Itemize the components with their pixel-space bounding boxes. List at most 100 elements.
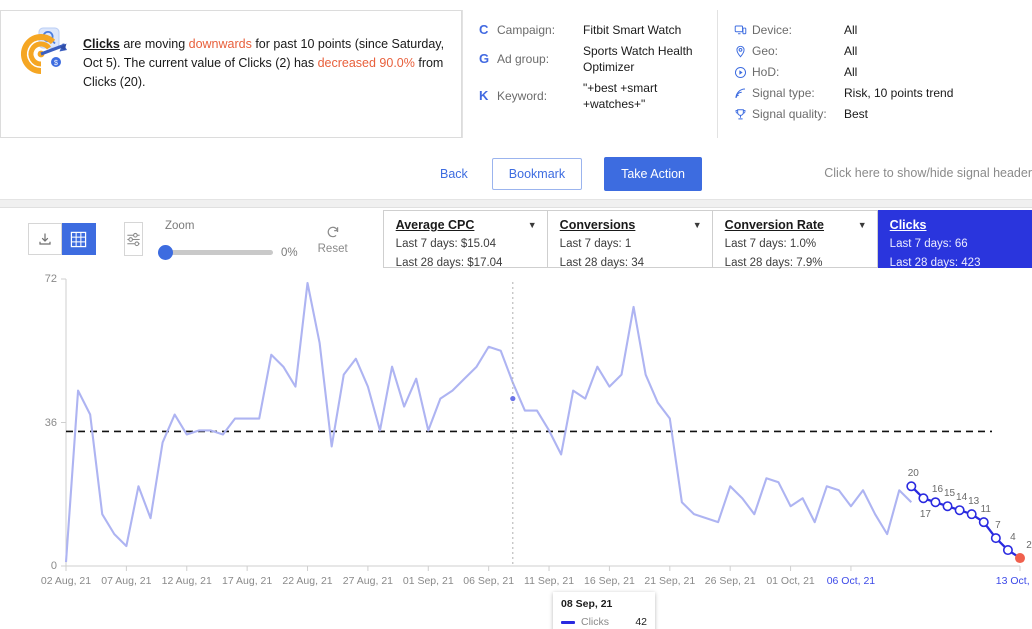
trophy-icon (734, 108, 752, 121)
tooltip-date: 08 Sep, 21 (561, 598, 613, 610)
zoom-value: 0% (281, 246, 298, 259)
trend-point-label: 11 (980, 504, 991, 516)
tab-average-cpc[interactable]: Average CPC Last 7 days: $15.04 Last 28 … (382, 210, 548, 269)
meta-row-signal-quality: Signal quality: Best (734, 106, 953, 122)
trend-point-label: 2 (1026, 540, 1032, 552)
chevron-down-icon[interactable]: ▼ (858, 220, 867, 230)
section-divider-band (0, 200, 1032, 208)
chevron-down-icon[interactable]: ▼ (693, 220, 702, 230)
table-grid-icon[interactable] (62, 223, 96, 255)
x-tick-label: 16 Sep, 21 (584, 575, 635, 587)
zoom-control: Zoom 0% (158, 219, 298, 260)
bookmark-button[interactable]: Bookmark (491, 157, 583, 190)
x-tick-label: 22 Aug, 21 (282, 575, 333, 587)
meta-value-signal-type: Risk, 10 points trend (844, 86, 954, 100)
view-toggle-group (28, 223, 96, 255)
zoom-slider-thumb[interactable] (158, 245, 173, 260)
meta-row-device: Device: All (734, 22, 953, 38)
x-tick-label: 01 Sep, 21 (402, 575, 454, 587)
chart-canvas[interactable] (0, 270, 1032, 610)
meta-value-hod: All (844, 65, 858, 79)
x-tick-label: 06 Oct, 21 (826, 575, 876, 587)
target-search-icon: $ (11, 23, 71, 83)
tab-conversion-rate[interactable]: Conversion Rate Last 7 days: 1.0% Last 2… (712, 210, 878, 269)
chart-toolbar: Zoom 0% Reset Average CPC Last 7 days: $… (0, 208, 1032, 270)
tab-conversions[interactable]: Conversions Last 7 days: 1 Last 28 days:… (547, 210, 713, 269)
trend-point-label: 7 (995, 520, 1001, 532)
geo-pin-icon (734, 45, 752, 58)
tooltip-series-swatch (561, 620, 575, 624)
keyword-letter-icon: K (479, 88, 489, 103)
metric-tabs: Average CPC Last 7 days: $15.04 Last 28 … (382, 210, 1032, 269)
meta-label-geo: Geo: (752, 44, 779, 58)
meta-row-adgroup: G Ad group: Sports Watch Health Optimize… (479, 43, 699, 75)
tab-last7: Last 7 days: 1 (559, 238, 632, 250)
signal-header: $ Clicks are moving downwards for past 1… (0, 0, 1032, 148)
tab-label: Average CPC (395, 218, 475, 232)
meta-value-keyword: "+best +smart +watches+" (583, 81, 658, 111)
meta-value-campaign: Fitbit Smart Watch (583, 23, 682, 37)
meta-value-device: All (844, 23, 858, 37)
trend-point-label: 4 (1010, 532, 1016, 544)
tooltip-series-name: Clicks (581, 616, 609, 628)
x-tick-label: 13 Oct, 21 (995, 575, 1032, 587)
chart-tooltip: 08 Sep, 21 Clicks 42 (553, 592, 655, 629)
reset-button[interactable]: Reset (318, 224, 348, 255)
signal-summary-text: Clicks are moving downwards for past 10 … (83, 23, 449, 125)
reset-label: Reset (317, 242, 348, 255)
summary-metric-link[interactable]: Clicks (83, 37, 120, 51)
meta-row-geo: Geo: All (734, 43, 953, 59)
y-tick-label: 0 (50, 560, 57, 572)
trend-point-label: 15 (943, 488, 956, 500)
x-tick-label: 02 Aug, 21 (40, 575, 92, 587)
x-tick-label: 17 Aug, 21 (222, 575, 273, 587)
clicks-chart: Clicks Clicks Average: 33.75 08 Sep, 21 … (0, 270, 1032, 629)
zoom-slider[interactable] (158, 245, 273, 260)
tooltip-series-value: 42 (635, 616, 647, 628)
meta-value-geo: All (844, 44, 858, 58)
reset-circular-arrow-icon (327, 226, 338, 237)
x-tick-label: 07 Aug, 21 (101, 575, 152, 587)
trend-point-label: 17 (919, 509, 931, 521)
toggle-signal-header-hint[interactable]: Click here to show/hide signal header (824, 166, 1032, 180)
summary-change: decreased 90.0% (317, 56, 415, 70)
tab-label: Conversions (559, 218, 636, 232)
meta-label-device: Device: (752, 23, 793, 37)
signal-detail-page: $ Clicks are moving downwards for past 1… (0, 0, 1032, 629)
trend-point-label: 13 (968, 496, 980, 508)
tab-clicks[interactable]: Clicks Last 7 days: 66 Last 28 days: 423 (877, 210, 1032, 269)
trend-point-label: 16 (931, 484, 944, 496)
campaign-letter-icon: C (479, 22, 489, 37)
meta-right-block: Device: All Geo: All HoD: All Signal typ… (717, 10, 953, 138)
meta-label-campaign: Campaign: (497, 23, 556, 37)
signal-summary-card: $ Clicks are moving downwards for past 1… (0, 10, 462, 138)
take-action-button[interactable]: Take Action (604, 156, 703, 191)
meta-row-campaign: C Campaign: Fitbit Smart Watch (479, 22, 699, 38)
tab-last28: Last 28 days: 7.9% (724, 257, 823, 269)
summary-text-1: are moving (119, 37, 189, 51)
y-tick-label: 72 (44, 273, 57, 285)
adgroup-letter-icon: G (479, 51, 490, 66)
chevron-down-icon[interactable]: ▼ (528, 220, 537, 230)
tab-last7: Last 7 days: 1.0% (724, 238, 817, 250)
x-tick-label: 26 Sep, 21 (704, 575, 756, 587)
tab-last7: Last 7 days: 66 (889, 238, 968, 250)
x-tick-label: 21 Sep, 21 (644, 575, 696, 587)
svg-text:$: $ (54, 60, 58, 67)
meta-left-block: C Campaign: Fitbit Smart Watch G Ad grou… (462, 10, 699, 138)
trend-point-label: 20 (907, 468, 919, 480)
meta-row-hod: HoD: All (734, 64, 953, 80)
meta-label-adgroup: Ad group: (497, 52, 550, 66)
y-tick-label: 36 (44, 416, 57, 429)
back-button[interactable]: Back (430, 161, 478, 187)
zoom-label: Zoom (165, 219, 195, 232)
tab-last28: Last 28 days: $17.04 (395, 257, 503, 269)
tab-last7: Last 7 days: $15.04 (395, 238, 497, 250)
download-icon[interactable] (28, 223, 62, 255)
device-monitor-icon (734, 24, 752, 37)
meta-row-keyword: K Keyword: "+best +smart +watches+" (479, 80, 699, 112)
sliders-icon[interactable] (124, 222, 143, 256)
signal-rss-icon (734, 87, 752, 100)
action-row: Back Bookmark Take Action Click here to … (0, 148, 1032, 200)
meta-label-keyword: Keyword: (497, 89, 548, 103)
